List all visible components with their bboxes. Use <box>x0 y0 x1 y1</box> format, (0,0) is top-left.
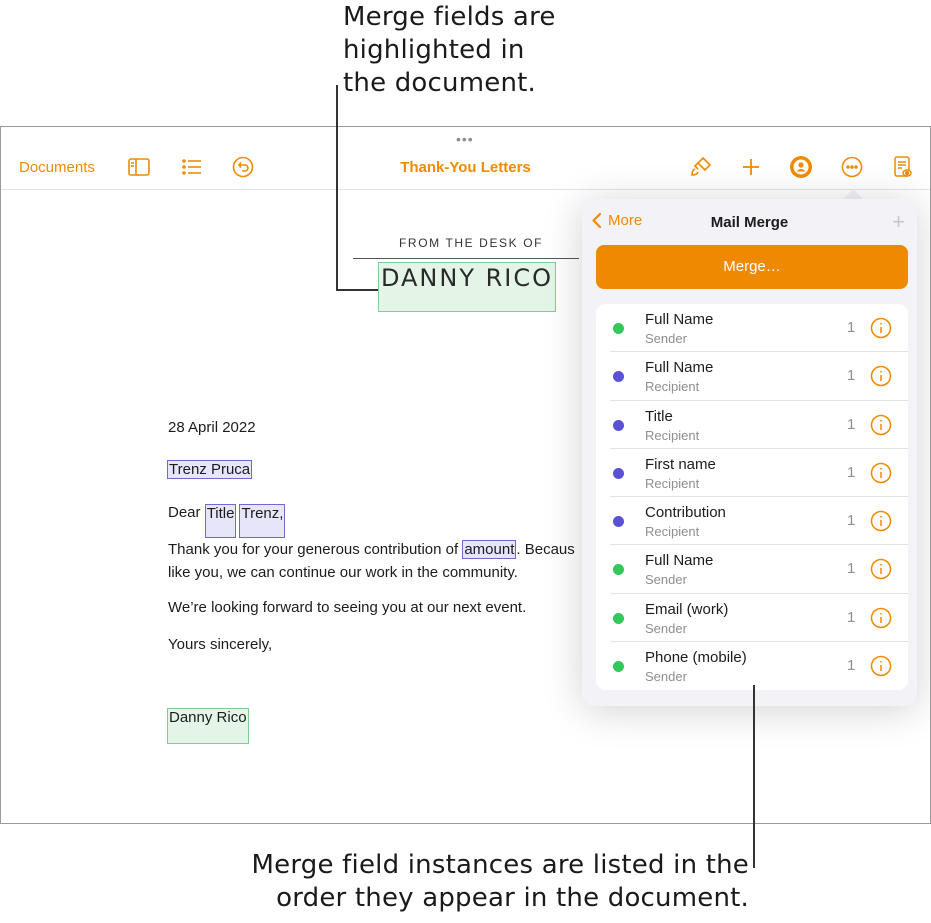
field-name: Email (work) <box>645 600 729 618</box>
mail-merge-popover: More Mail Merge + Merge… Full Name Sender… <box>582 199 917 706</box>
field-type: Sender <box>645 572 687 588</box>
field-type: Sender <box>645 620 687 636</box>
callout-leader-line <box>336 289 378 291</box>
merge-field-row[interactable]: First name Recipient 1 <box>596 449 908 497</box>
merge-field-row[interactable]: Phone (mobile) Sender 1 <box>596 642 908 690</box>
field-name: Full Name <box>645 359 714 377</box>
letterhead-label: FROM THE DESK OF <box>399 236 544 250</box>
plus-icon[interactable] <box>738 154 764 180</box>
field-name: Full Name <box>645 552 714 570</box>
letterhead-divider <box>353 258 579 259</box>
body-paragraph-line: Thank you for your generous contribution… <box>168 540 575 559</box>
letter-date: 28 April 2022 <box>168 419 256 436</box>
field-type: Recipient <box>645 427 700 443</box>
merge-field-row[interactable]: Title Recipient 1 <box>596 401 908 449</box>
field-name: First name <box>645 455 716 473</box>
field-instance-count: 1 <box>847 608 856 626</box>
info-icon[interactable] <box>870 462 892 484</box>
body-text: Thank you for your generous contribution… <box>168 541 463 558</box>
field-type: Sender <box>645 331 687 346</box>
field-type: Recipient <box>645 524 700 539</box>
field-name: Phone (mobile) <box>645 648 747 666</box>
pages-window: ••• Documents Thank-You Letters FROM THE <box>0 126 931 824</box>
field-color-dot <box>613 371 624 383</box>
merge-field-sender-full-name-signature[interactable]: Danny Rico <box>167 708 249 744</box>
field-color-dot <box>613 612 624 624</box>
field-type: Recipient <box>645 475 700 491</box>
callout-line: highlighted in <box>343 35 525 65</box>
field-name: Title <box>645 407 673 425</box>
salutation: Dear Title Trenz, <box>168 504 286 538</box>
field-instance-count: 1 <box>847 319 856 336</box>
callout-merge-fields-highlighted: Merge fields are highlighted in the docu… <box>343 1 603 100</box>
info-icon[interactable] <box>870 414 892 436</box>
body-text: . Becaus <box>516 541 575 558</box>
field-type: Sender <box>645 668 687 684</box>
merge-field-row[interactable]: Contribution Recipient 1 <box>596 497 908 546</box>
merge-field-row[interactable]: Full Name Sender 1 <box>596 545 908 594</box>
info-icon[interactable] <box>870 510 892 532</box>
body-paragraph-line: like you, we can continue our work in th… <box>168 564 518 581</box>
field-color-dot <box>613 516 624 527</box>
info-icon[interactable] <box>870 607 892 629</box>
field-type: Recipient <box>645 379 700 395</box>
toolbar: Documents Thank-You Letters <box>1 127 930 190</box>
field-name: Full Name <box>645 311 714 328</box>
callout-line: the document. <box>343 68 536 98</box>
info-icon[interactable] <box>870 317 892 339</box>
merge-field-row[interactable]: Full Name Recipient 1 <box>596 352 908 401</box>
field-color-dot <box>613 419 624 431</box>
body-paragraph-line: We’re looking forward to seeing you at o… <box>168 599 527 616</box>
field-instance-count: 1 <box>847 463 856 481</box>
callout-leader-line <box>753 685 755 868</box>
merge-field-row[interactable]: Email (work) Sender 1 <box>596 594 908 642</box>
field-instance-count: 1 <box>847 560 856 578</box>
merge-field-list: Full Name Sender 1 Full Name Recipient 1 Title… <box>596 304 908 690</box>
callout-line: order they appear in the document. <box>276 883 749 913</box>
merge-field-sender-full-name[interactable]: DANNY RICO <box>378 262 556 312</box>
info-icon[interactable] <box>870 558 892 580</box>
callout-leader-line <box>336 85 338 290</box>
callout-line: Merge field instances are listed in the <box>251 850 749 880</box>
merge-field-recipient-full-name[interactable]: Trenz Pruca <box>167 460 253 479</box>
merge-field-recipient-title[interactable]: Title <box>204 504 237 538</box>
field-color-dot <box>613 660 624 672</box>
merge-field-recipient-first-name[interactable]: Trenz, <box>239 504 286 538</box>
letter-closing: Yours sincerely, <box>168 636 273 653</box>
info-icon[interactable] <box>870 655 892 677</box>
popover-title: Mail Merge <box>710 214 789 231</box>
field-color-dot <box>613 467 624 479</box>
merge-button[interactable]: Merge… <box>596 245 908 289</box>
field-color-dot <box>613 323 624 334</box>
info-icon[interactable] <box>870 365 892 387</box>
merge-field-recipient-contribution[interactable]: amount <box>462 540 517 559</box>
field-color-dot <box>613 564 624 576</box>
reading-view-icon[interactable] <box>890 154 916 180</box>
merge-field-row[interactable]: Full Name Sender 1 <box>596 304 908 353</box>
paintbrush-icon[interactable] <box>688 154 714 180</box>
callout-merge-field-order: Merge field instances are listed in the … <box>189 849 749 915</box>
field-instance-count: 1 <box>847 367 856 385</box>
add-merge-field-button[interactable]: + <box>892 209 905 235</box>
field-instance-count: 1 <box>847 656 856 674</box>
field-instance-count: 1 <box>847 415 856 433</box>
more-icon[interactable] <box>839 154 865 180</box>
field-instance-count: 1 <box>847 512 856 529</box>
field-name: Contribution <box>645 504 726 521</box>
collaborate-icon[interactable] <box>788 154 814 180</box>
callout-line: Merge fields are <box>343 2 556 32</box>
salutation-prefix: Dear <box>168 504 205 521</box>
